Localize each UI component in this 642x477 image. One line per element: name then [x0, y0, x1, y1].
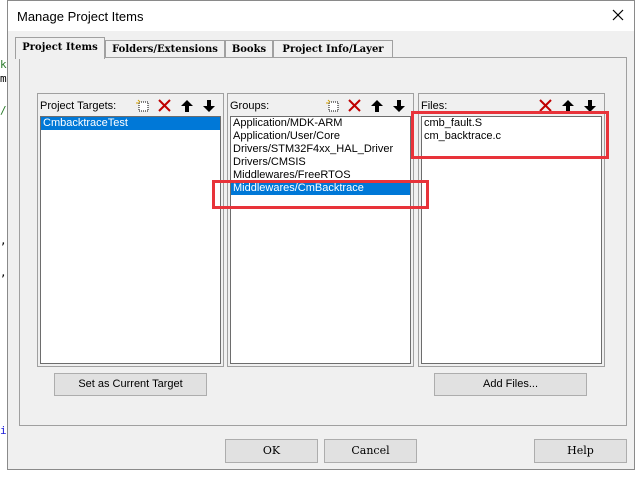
list-item[interactable]: Middlewares/FreeRTOS	[231, 169, 410, 182]
list-item[interactable]: Application/MDK-ARM	[231, 117, 410, 130]
delete-icon	[158, 99, 171, 112]
move-target-down-button[interactable]	[200, 98, 218, 114]
move-target-up-button[interactable]	[178, 98, 196, 114]
files-list[interactable]: cmb_fault.S cm_backtrace.c	[421, 116, 602, 364]
delete-icon	[539, 99, 552, 112]
move-up-icon	[562, 100, 574, 112]
groups-column: Groups: Application/MDK-ARM Application/…	[227, 93, 414, 367]
tab-project-items[interactable]: Project Items	[15, 37, 105, 59]
editor-fragment: ,	[0, 234, 7, 247]
move-up-icon	[371, 100, 383, 112]
move-up-icon	[181, 100, 193, 112]
manage-project-items-dialog: Manage Project Items Project Items Folde…	[7, 0, 635, 470]
move-down-icon	[203, 100, 215, 112]
delete-icon	[348, 99, 361, 112]
dialog-title: Manage Project Items	[17, 9, 144, 24]
project-targets-label: Project Targets:	[40, 100, 117, 112]
close-button[interactable]	[608, 5, 628, 25]
title-bar: Manage Project Items	[8, 1, 634, 31]
tab-books[interactable]: Books	[225, 40, 273, 58]
new-item-icon	[136, 99, 149, 112]
close-icon	[612, 9, 624, 21]
new-group-button[interactable]	[325, 98, 343, 114]
add-files-button[interactable]: Add Files...	[434, 373, 587, 396]
editor-fragment: i	[0, 424, 7, 437]
tab-project-info-layer[interactable]: Project Info/Layer	[273, 40, 393, 58]
new-target-button[interactable]	[135, 98, 153, 114]
groups-label: Groups:	[230, 100, 270, 112]
ok-button[interactable]: OK	[225, 439, 318, 463]
list-item[interactable]: Middlewares/CmBacktrace	[231, 182, 410, 195]
project-targets-list[interactable]: CmbacktraceTest	[40, 116, 221, 364]
editor-fragment: ,	[0, 266, 7, 279]
set-current-target-button[interactable]: Set as Current Target	[54, 373, 207, 396]
move-group-down-button[interactable]	[390, 98, 408, 114]
files-label: Files:	[421, 100, 448, 112]
list-item[interactable]: Drivers/CMSIS	[231, 156, 410, 169]
delete-file-button[interactable]	[537, 98, 555, 114]
list-item[interactable]: cm_backtrace.c	[422, 130, 601, 143]
delete-target-button[interactable]	[156, 98, 174, 114]
new-item-icon	[326, 99, 339, 112]
delete-group-button[interactable]	[346, 98, 364, 114]
move-group-up-button[interactable]	[368, 98, 386, 114]
list-item[interactable]: Drivers/STM32F4xx_HAL_Driver	[231, 143, 410, 156]
move-down-icon	[584, 100, 596, 112]
list-item[interactable]: CmbacktraceTest	[41, 117, 220, 130]
move-file-up-button[interactable]	[559, 98, 577, 114]
editor-fragment: /	[0, 104, 7, 117]
project-targets-column: Project Targets: CmbacktraceTest	[37, 93, 224, 367]
editor-fragment: m	[0, 72, 7, 85]
editor-fragment: k	[0, 58, 7, 71]
files-column: Files: cmb_fault.S cm_backtrace.c	[418, 93, 605, 367]
groups-list[interactable]: Application/MDK-ARM Application/User/Cor…	[230, 116, 411, 364]
list-item[interactable]: cmb_fault.S	[422, 117, 601, 130]
tab-folders-extensions[interactable]: Folders/Extensions	[105, 40, 225, 58]
help-button[interactable]: Help	[534, 439, 627, 463]
move-file-down-button[interactable]	[581, 98, 599, 114]
move-down-icon	[393, 100, 405, 112]
cancel-button[interactable]: Cancel	[324, 439, 417, 463]
list-item[interactable]: Application/User/Core	[231, 130, 410, 143]
